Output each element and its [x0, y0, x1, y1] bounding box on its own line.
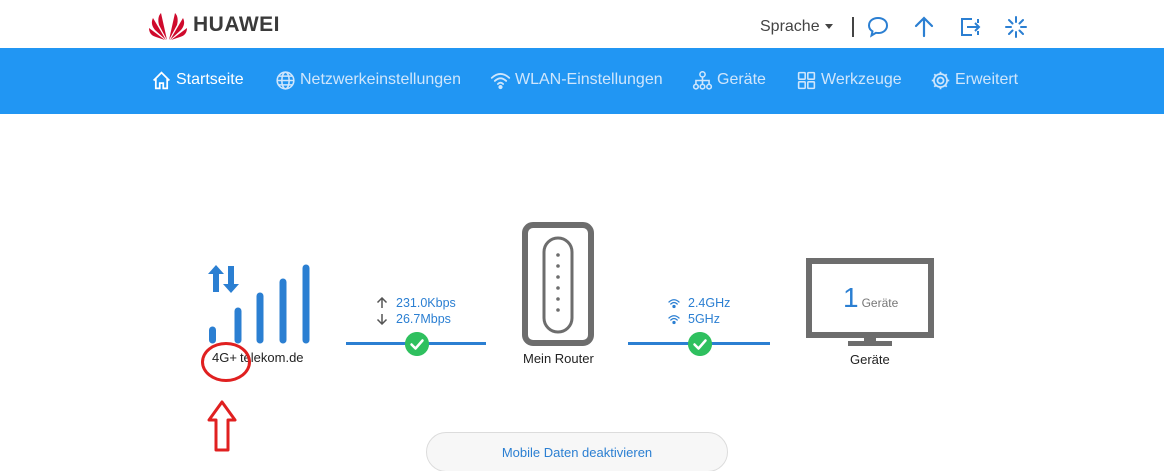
annotation-circle — [201, 342, 251, 382]
wifi-icon — [668, 315, 680, 325]
header-divider — [852, 17, 854, 37]
nav-label: Geräte — [717, 71, 766, 88]
gear-icon — [931, 71, 950, 89]
device-count-number: 1 — [843, 282, 859, 313]
wifi-icon — [668, 299, 680, 309]
signal-strength-icon[interactable] — [206, 264, 312, 346]
tools-icon — [797, 71, 816, 89]
upload-speed: 231.0Kbps — [396, 296, 456, 310]
main-nav: Startseite Netzwerkeinstellungen WLAN-Ei… — [0, 48, 1164, 114]
devices-icon — [692, 70, 713, 90]
devices-label: Geräte — [850, 352, 890, 367]
device-count[interactable]: 1 Geräte — [843, 282, 898, 314]
home-icon — [153, 70, 170, 89]
nav-item-wlan-einstellungen[interactable]: WLAN-Einstellungen — [490, 68, 663, 92]
chevron-down-icon — [824, 24, 833, 30]
upload-arrow-icon — [376, 297, 388, 308]
chat-icon[interactable] — [866, 15, 890, 39]
nav-label: Startseite — [176, 71, 244, 88]
wifi-icon — [490, 72, 511, 89]
nav-label: Erweitert — [955, 71, 1019, 88]
router-icon[interactable] — [522, 222, 594, 346]
language-dropdown[interactable]: Sprache — [760, 18, 833, 36]
annotation-arrow-icon — [207, 400, 237, 452]
globe-icon — [276, 70, 295, 90]
nav-item-startseite[interactable]: Startseite — [151, 68, 244, 92]
download-arrow-icon — [376, 314, 388, 325]
check-icon — [405, 332, 429, 356]
download-speed: 26.7Mbps — [396, 312, 451, 326]
nav-label: WLAN-Einstellungen — [515, 71, 663, 88]
logout-icon[interactable] — [958, 15, 982, 39]
nav-label: Netzwerkeinstellungen — [300, 71, 461, 88]
nav-item-erweitert[interactable]: Erweitert — [930, 68, 1018, 92]
nav-label: Werkzeuge — [821, 71, 902, 88]
wifi-bands: 2.4GHz 5GHz — [668, 295, 730, 327]
top-header: HUAWEI Sprache — [0, 0, 1164, 48]
band-24ghz: 2.4GHz — [688, 296, 731, 310]
device-count-unit: Geräte — [861, 296, 899, 310]
data-rates: 231.0Kbps 26.7Mbps — [376, 295, 456, 327]
nav-item-geraete[interactable]: Geräte — [692, 68, 766, 92]
band-5ghz: 5GHz — [688, 312, 720, 326]
nav-item-werkzeuge[interactable]: Werkzeuge — [796, 68, 902, 92]
loading-icon[interactable] — [1004, 15, 1028, 39]
nav-item-netzwerkeinstellungen[interactable]: Netzwerkeinstellungen — [275, 68, 461, 92]
check-icon — [688, 332, 712, 356]
huawei-logo-icon — [149, 13, 187, 40]
router-label: Mein Router — [523, 351, 594, 366]
language-label: Sprache — [760, 18, 820, 35]
brand-name: HUAWEI — [193, 13, 280, 36]
disable-mobile-data-button[interactable]: Mobile Daten deaktivieren — [426, 432, 728, 471]
upload-icon[interactable] — [912, 15, 936, 39]
